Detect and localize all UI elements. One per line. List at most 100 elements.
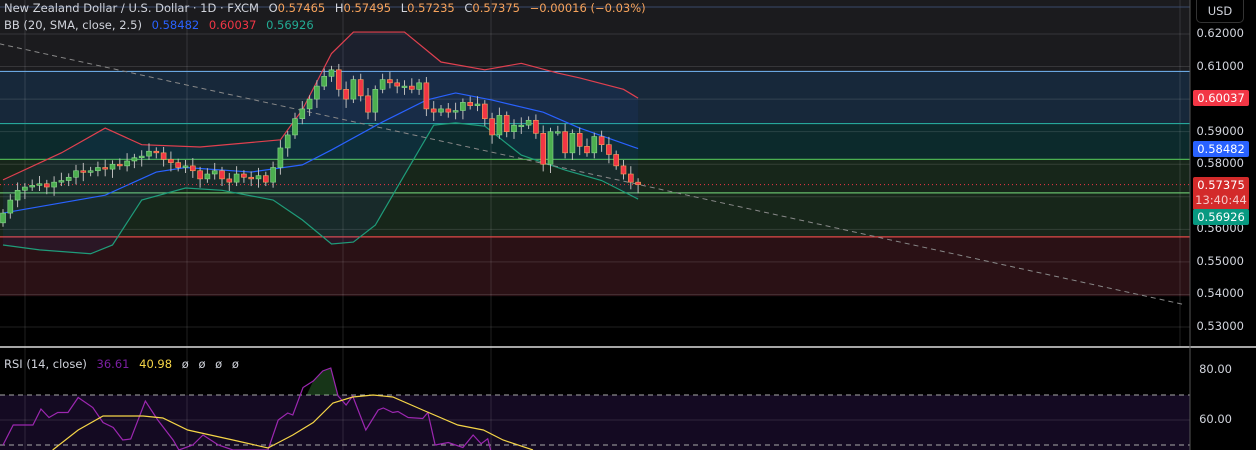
candle-body xyxy=(190,165,196,172)
candle-body xyxy=(511,124,517,132)
candle-body xyxy=(584,146,590,154)
candle-body xyxy=(387,79,393,84)
candle-body xyxy=(255,175,262,180)
candle-body xyxy=(22,186,28,191)
candle-body xyxy=(481,103,488,119)
candle-body xyxy=(518,124,525,127)
candle-body xyxy=(168,159,174,163)
candle-body xyxy=(489,118,495,136)
candle-body xyxy=(547,131,554,165)
candle-body xyxy=(365,95,371,113)
candle-body xyxy=(138,155,145,159)
close-value: 0.57375 xyxy=(472,1,520,15)
candle-body xyxy=(503,115,510,132)
candle-body xyxy=(430,108,437,113)
price-tick: 0.59000 xyxy=(1196,123,1244,138)
rsi-band-bg xyxy=(0,395,1190,450)
change-value: −0.00016 (−0.03%) xyxy=(529,1,646,15)
symbol-title[interactable]: New Zealand Dollar / U.S. Dollar · 1D · … xyxy=(4,1,259,15)
candle-body xyxy=(576,133,583,147)
candle-body xyxy=(496,115,503,136)
candle-body xyxy=(175,162,181,168)
bar-countdown: 13:40:44 xyxy=(1195,193,1247,207)
candle-body xyxy=(73,170,79,178)
candle-body xyxy=(598,136,605,146)
open-value: 0.57465 xyxy=(277,1,326,15)
candle-body xyxy=(117,163,123,167)
candle-body xyxy=(197,170,203,180)
candle-body xyxy=(474,103,481,106)
candle-body xyxy=(14,189,21,201)
candle-body xyxy=(569,133,576,154)
candle-body xyxy=(131,157,138,162)
symbol-legend: New Zealand Dollar / U.S. Dollar · 1D · … xyxy=(4,1,652,15)
candle-body xyxy=(146,150,152,157)
candle-body xyxy=(219,170,225,180)
candle-body xyxy=(87,170,94,173)
candle-body xyxy=(525,119,532,126)
candle-body xyxy=(153,150,160,154)
candle-body xyxy=(58,180,65,183)
candle-body xyxy=(591,136,598,154)
currency-button[interactable]: USD xyxy=(1196,0,1244,23)
rsi-legend[interactable]: RSI (14, close) 36.61 40.98 ø ø ø ø xyxy=(4,357,245,371)
candle-body xyxy=(554,131,561,134)
candle-body xyxy=(102,167,108,170)
candle-body xyxy=(65,176,72,181)
price-tick: 0.54000 xyxy=(1196,286,1244,301)
price-tick: 0.58000 xyxy=(1196,156,1244,171)
candle-body xyxy=(379,79,386,90)
chart-canvas[interactable] xyxy=(0,0,1256,450)
bb-label: BB (20, SMA, close, 2.5) xyxy=(4,18,142,32)
last-price: 0.57375 xyxy=(1197,178,1245,192)
candle-body xyxy=(394,82,401,87)
bb-lower-badge: 0.56926 xyxy=(1193,209,1249,225)
candle-body xyxy=(335,69,342,90)
candle-body xyxy=(635,181,641,185)
candle-body xyxy=(292,118,298,136)
bb-upper-badge: 0.60037 xyxy=(1193,90,1249,106)
bb-upper-value: 0.60037 xyxy=(208,18,257,32)
candle-body xyxy=(343,89,349,100)
candle-body xyxy=(299,108,306,119)
price-tick: 0.61000 xyxy=(1196,58,1244,73)
high-label: H xyxy=(334,1,344,15)
candle-body xyxy=(182,165,189,168)
open-label: O xyxy=(268,1,278,15)
candle-body xyxy=(248,176,254,180)
candle-body xyxy=(438,108,444,113)
candle-body xyxy=(357,79,364,97)
candle-body xyxy=(627,173,634,183)
candle-body xyxy=(284,134,291,149)
bb-lower-value: 0.56926 xyxy=(266,18,314,32)
candle-body xyxy=(372,89,379,113)
candle xyxy=(350,75,357,104)
candle-body xyxy=(36,183,43,186)
rsi-empty-2: ø xyxy=(198,357,206,371)
price-tick: 0.62000 xyxy=(1196,26,1244,40)
candle-body xyxy=(233,173,240,183)
candle-body xyxy=(29,185,36,188)
candle-body xyxy=(452,110,459,113)
candle-body xyxy=(95,167,101,172)
rsi-tick: 60.00 xyxy=(1199,412,1232,426)
candle-body xyxy=(0,212,6,224)
price-tick: 0.53000 xyxy=(1196,319,1244,334)
candle-body xyxy=(408,85,415,90)
candle-body xyxy=(562,131,568,154)
bb-legend[interactable]: BB (20, SMA, close, 2.5) 0.58482 0.60037… xyxy=(4,18,320,32)
candle-body xyxy=(401,85,408,88)
rsi-ma-value: 40.98 xyxy=(139,357,173,371)
candle-body xyxy=(211,170,218,175)
candle-body xyxy=(613,154,620,167)
candle-body xyxy=(51,181,57,188)
last-price-badge: 0.57375 13:40:44 xyxy=(1193,177,1249,210)
candle-body xyxy=(270,167,276,183)
low-value: 0.57235 xyxy=(407,1,455,15)
candle-body xyxy=(467,102,474,106)
candle-body xyxy=(620,165,627,175)
rsi-label: RSI (14, close) xyxy=(4,357,87,371)
candle-body xyxy=(423,82,430,110)
candle-body xyxy=(445,108,452,113)
candle-body xyxy=(328,69,335,77)
